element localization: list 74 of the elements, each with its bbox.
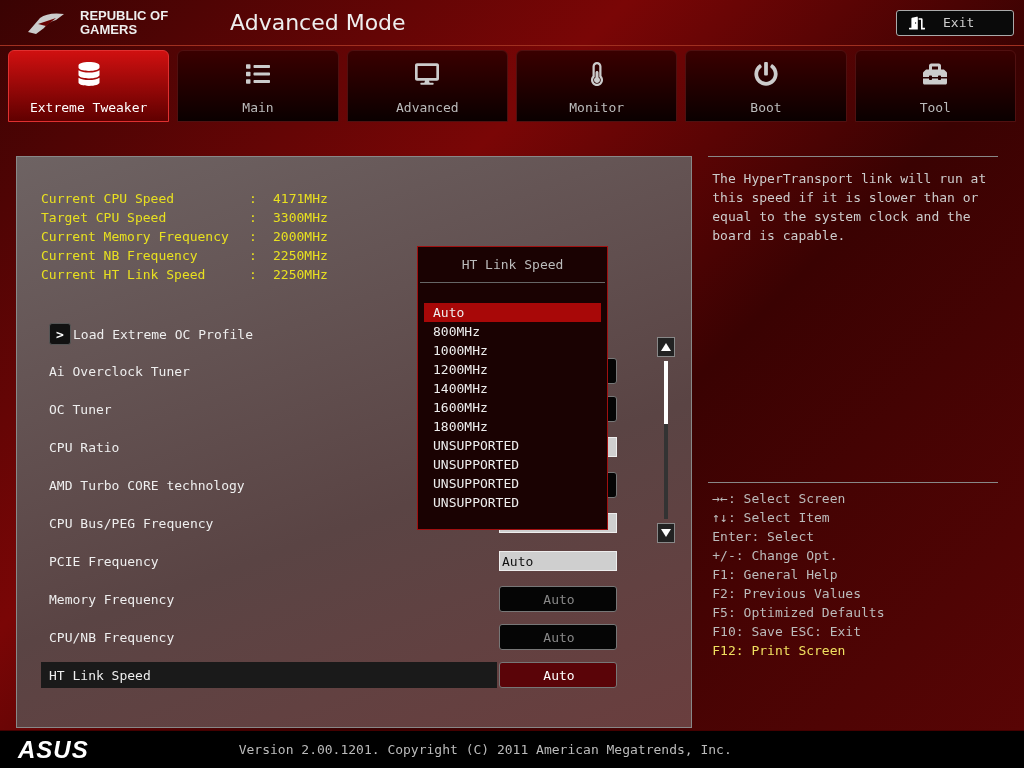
info-label: Current Memory Frequency	[41, 229, 230, 244]
info-label: Current HT Link Speed	[41, 267, 207, 282]
key-hint: F10: Save ESC: Exit	[712, 624, 862, 641]
submenu-link[interactable]: Load Extreme OC Profile	[73, 326, 253, 342]
tab[interactable]: Monitor	[516, 50, 678, 122]
version-text: Version 2.00.1201. Copyright (C) 2011 American Megatrends, Inc.	[238, 742, 732, 757]
key-hint: F1: General Help	[712, 567, 839, 584]
option-item[interactable]: UNSUPPORTED	[424, 474, 601, 493]
help-text: The HyperTransport link will run at this speed if it is slower than or equal to the system clock and the board is capable.	[708, 157, 998, 483]
tab[interactable]: Extreme Tweaker	[8, 50, 170, 122]
list-icon	[246, 62, 270, 86]
key-hint: F12: Print Screen	[712, 643, 847, 660]
value-dropdown[interactable]: Auto	[499, 662, 617, 688]
key-hint: F5: Optimized Defaults	[712, 605, 886, 622]
option-item[interactable]: 1600MHz	[424, 398, 601, 417]
popup-title: HT Link Speed	[420, 247, 605, 283]
option-item[interactable]: Auto	[424, 303, 601, 322]
separator: :	[249, 267, 258, 282]
option-item[interactable]: 1800MHz	[424, 417, 601, 436]
setting-label[interactable]: HT Link Speed	[41, 662, 497, 688]
scroll-thumb[interactable]	[664, 361, 669, 425]
door-icon	[909, 14, 925, 31]
toolbox-icon	[923, 62, 948, 86]
tab[interactable]: Advanced	[346, 50, 508, 122]
brand-name: REPUBLIC OF GAMERS	[80, 8, 170, 37]
tab[interactable]: Main	[177, 50, 339, 122]
info-value: 2250MHz	[273, 248, 328, 263]
separator: :	[249, 210, 258, 225]
info-value: 2000MHz	[273, 229, 328, 244]
key-hint: →←: Select Screen	[712, 491, 847, 508]
cylinder-icon	[76, 62, 101, 86]
monitor-icon	[415, 62, 440, 86]
info-label: Target CPU Speed	[41, 210, 168, 225]
option-item[interactable]: 1400MHz	[424, 379, 601, 398]
value-dropdown[interactable]: Auto	[499, 624, 617, 650]
page-title: Advanced Mode	[230, 10, 407, 35]
tab[interactable]: Tool	[854, 50, 1016, 122]
separator: :	[249, 191, 258, 206]
tab-label: Monitor	[569, 100, 625, 115]
setting-label[interactable]: CPU/NB Frequency	[49, 624, 497, 650]
separator: :	[249, 248, 258, 263]
scroll-down-button[interactable]	[657, 523, 676, 543]
separator: :	[249, 229, 258, 244]
value-field[interactable]: Auto	[499, 551, 617, 571]
key-hint: +/-: Change Opt.	[712, 548, 839, 565]
tab-label: Tool	[919, 100, 951, 115]
setting-label[interactable]: Memory Frequency	[49, 586, 497, 612]
option-item[interactable]: UNSUPPORTED	[424, 493, 601, 512]
option-item[interactable]: 1000MHz	[424, 341, 601, 360]
option-item[interactable]: 800MHz	[424, 322, 601, 341]
down-triangle-icon	[661, 529, 672, 537]
tab-label: Main	[242, 100, 274, 115]
option-item[interactable]: 1200MHz	[424, 360, 601, 379]
info-value: 2250MHz	[273, 267, 328, 282]
info-value: 4171MHz	[273, 191, 328, 206]
scroll-up-button[interactable]	[657, 337, 676, 357]
info-label: Current CPU Speed	[41, 191, 176, 206]
option-item[interactable]: UNSUPPORTED	[424, 455, 601, 474]
tab[interactable]: Boot	[685, 50, 847, 122]
setting-label[interactable]: PCIE Frequency	[49, 548, 497, 574]
tab-label: Advanced	[396, 100, 459, 115]
brand-logo: ASUS	[18, 735, 89, 764]
info-value: 3300MHz	[273, 210, 328, 225]
key-hint: F2: Previous Values	[712, 586, 862, 603]
tab-label: Boot	[750, 100, 782, 115]
up-triangle-icon	[661, 343, 672, 351]
value-dropdown[interactable]: Auto	[499, 586, 617, 612]
exit-button[interactable]: Exit	[896, 9, 1014, 36]
key-hint: Enter: Select	[712, 529, 816, 546]
key-hint: ↑↓: Select Item	[712, 510, 831, 527]
tab-label: Extreme Tweaker	[29, 100, 148, 115]
info-label: Current NB Frequency	[41, 248, 199, 263]
power-icon	[753, 62, 778, 86]
option-item[interactable]: UNSUPPORTED	[424, 436, 601, 455]
